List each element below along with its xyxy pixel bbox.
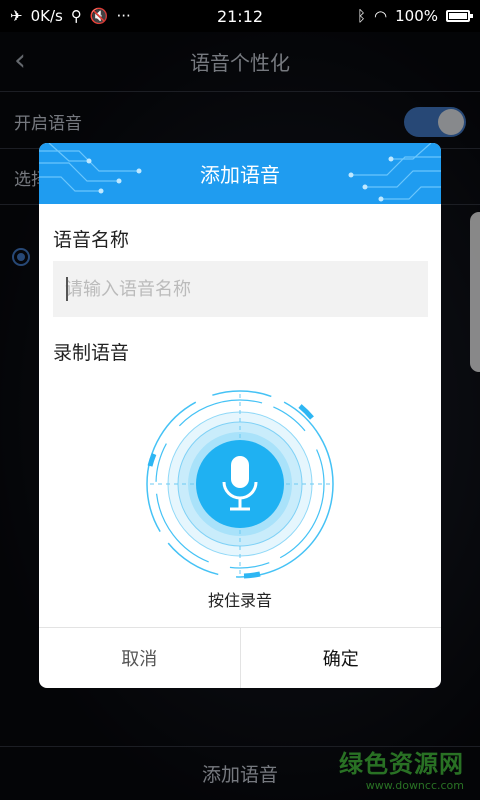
wifi-icon: ◠ <box>374 7 388 25</box>
circuit-decoration-right <box>348 143 441 202</box>
confirm-button[interactable]: 确定 <box>241 628 442 688</box>
dialog-actions: 取消 确定 <box>39 627 441 688</box>
text-caret <box>66 277 68 301</box>
dialog-title: 添加语音 <box>200 163 280 187</box>
mic-rings <box>146 390 334 579</box>
usb-icon: ⚲ <box>70 7 82 25</box>
net-speed: 0K/s <box>30 7 63 25</box>
voice-name-input[interactable] <box>53 261 428 317</box>
airplane-icon: ✈ <box>10 7 23 25</box>
hold-to-record-hint: 按住录音 <box>207 591 272 610</box>
status-bar: ✈ 0K/s ⚲ 🔇 ··· 21:12 ᛒ ◠ 100% <box>0 0 480 32</box>
record-button[interactable] <box>140 384 340 584</box>
circuit-decoration-left <box>39 143 142 194</box>
cancel-button[interactable]: 取消 <box>39 628 241 688</box>
add-voice-dialog: 添加语音 语音名称 录制语音 按住录音 取消 确定 <box>39 143 441 688</box>
clock: 21:12 <box>216 6 264 26</box>
mute-icon: 🔇 <box>89 7 109 25</box>
bluetooth-icon: ᛒ <box>357 7 367 25</box>
battery-percent: 100% <box>395 7 438 25</box>
dialog-header: 添加语音 <box>39 143 441 204</box>
record-voice-label: 录制语音 <box>53 342 130 364</box>
battery-icon <box>446 10 473 22</box>
more-icon: ··· <box>116 7 131 25</box>
voice-name-label: 语音名称 <box>53 229 130 251</box>
